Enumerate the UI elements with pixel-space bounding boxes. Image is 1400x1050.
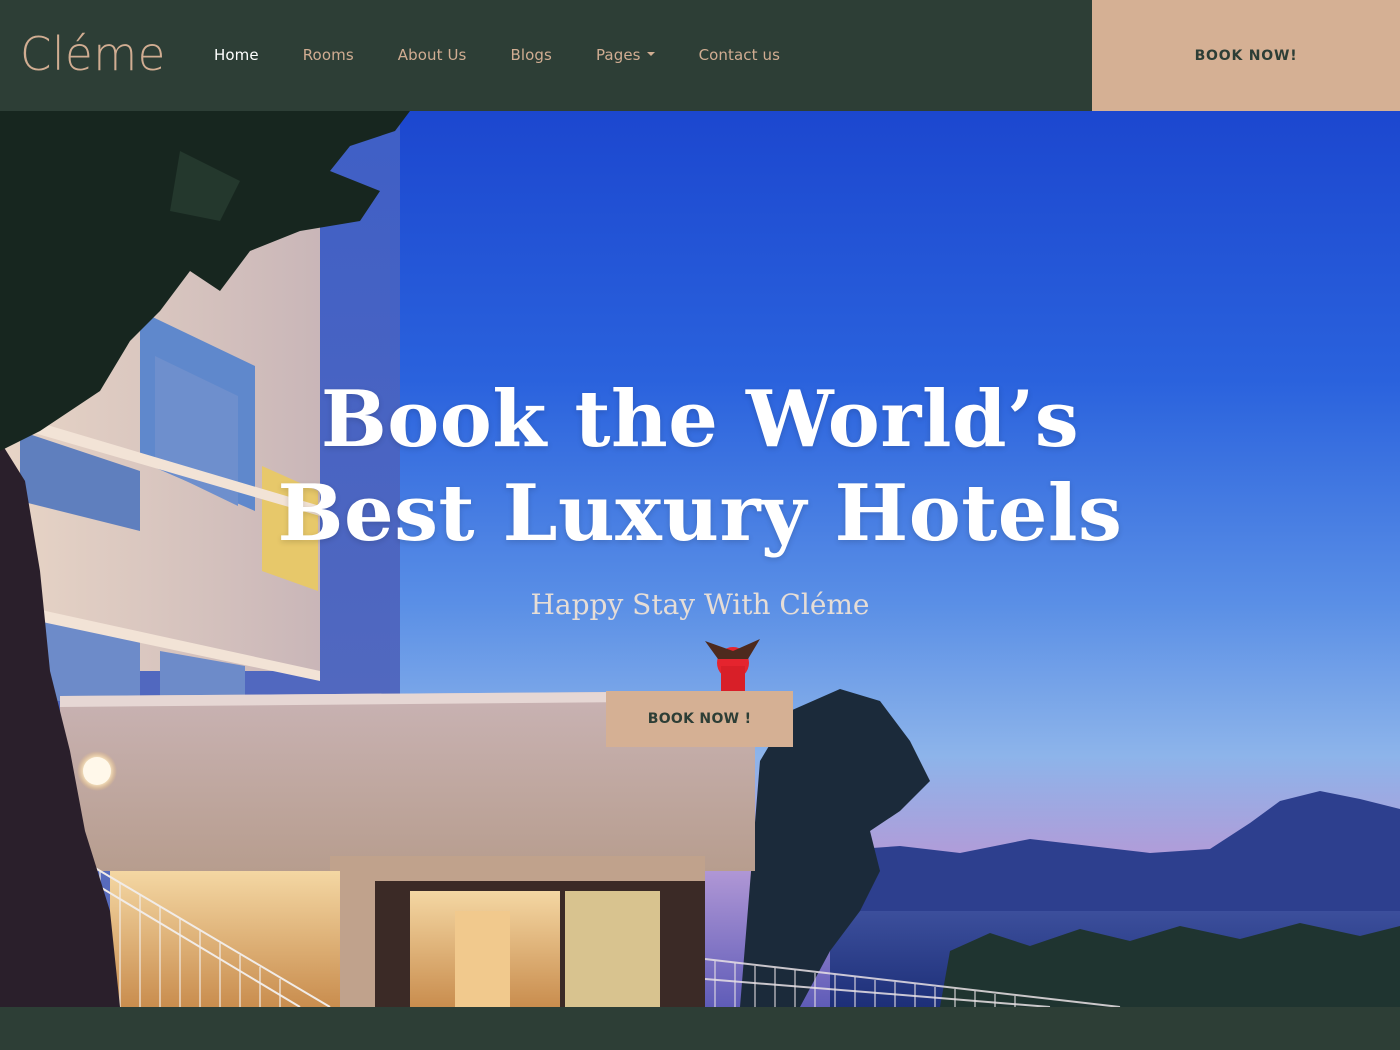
hero-title-line-2: Best Luxury Hotels	[277, 468, 1123, 559]
nav-item-rooms[interactable]: Rooms	[303, 44, 354, 66]
nav-item-pages-label: Pages	[595, 46, 641, 64]
nav-item-about-us[interactable]: About Us	[398, 44, 467, 66]
brand-logo[interactable]: Cléme	[20, 24, 166, 84]
hero-title: Book the World’s Best Luxury Hotels	[0, 373, 1400, 561]
hero-title-line-1: Book the World’s	[320, 374, 1080, 465]
nav-item-pages[interactable]: Pages	[596, 44, 655, 66]
nav-item-home[interactable]: Home	[214, 44, 259, 66]
hero-subtitle: Happy Stay With Cléme	[530, 588, 870, 621]
header-book-now-button[interactable]: BOOK NOW!	[1092, 0, 1400, 111]
main-nav: Home Rooms About Us Blogs Pages Contact …	[214, 44, 824, 66]
hero-section: Book the World’s Best Luxury Hotels Happ…	[0, 111, 1400, 1007]
footer-band	[0, 1007, 1400, 1050]
site-header: Cléme Home Rooms About Us Blogs Pages Co…	[0, 0, 1400, 111]
hero-book-now-button[interactable]: BOOK NOW !	[606, 691, 793, 747]
red-sculpture	[705, 639, 760, 691]
nav-item-blogs[interactable]: Blogs	[510, 44, 551, 66]
caret-down-icon	[646, 51, 655, 56]
nav-item-contact-us[interactable]: Contact us	[699, 44, 780, 66]
